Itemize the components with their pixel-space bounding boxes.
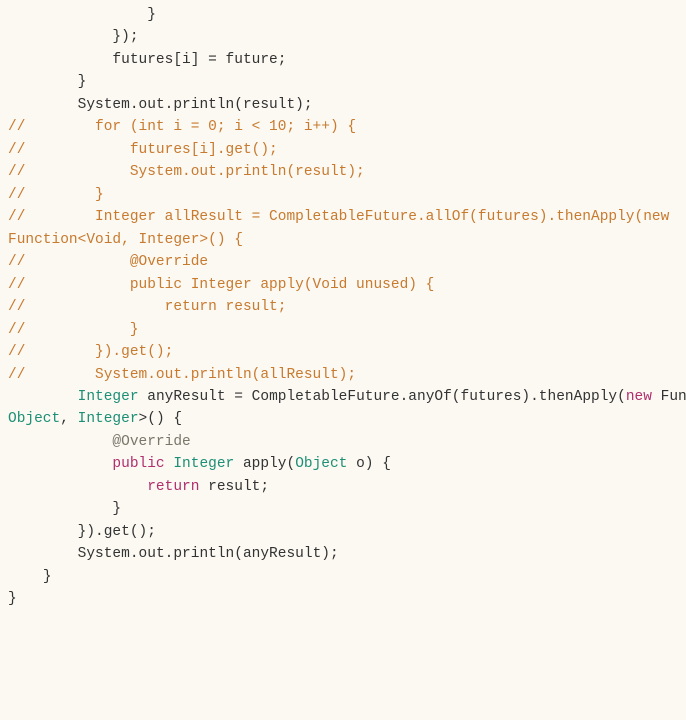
code-token: Object [295,456,347,472]
code-token: }).get(); [78,524,156,540]
code-line: // } [8,319,678,341]
code-line: } [8,566,678,588]
code-line: } [8,588,678,610]
code-token: System.out.println(result); [78,97,313,113]
code-line: public Integer apply(Object o) { [8,453,678,475]
code-token: // return result; [8,299,286,315]
code-token: , [60,411,77,427]
code-token: >() { [139,411,183,427]
code-token: return [147,479,199,495]
code-line: // public Integer apply(Void unused) { [8,274,678,296]
code-token: apply( [234,456,295,472]
code-token: } [112,501,121,517]
code-token: anyResult = CompletableFuture.anyOf(futu… [139,389,626,405]
code-line: Integer anyResult = CompletableFuture.an… [8,386,678,408]
code-token: // futures[i].get(); [8,142,278,158]
code-token: o) { [347,456,391,472]
code-token: }); [112,29,138,45]
code-token: // for (int i = 0; i < 10; i++) { [8,119,356,135]
code-token: @Override [112,434,190,450]
code-token: public [112,456,164,472]
code-line: Function<Void, Integer>() { [8,229,678,251]
code-token: Integer [78,389,139,405]
code-token: // }).get(); [8,344,173,360]
code-token: } [43,569,52,585]
code-line: // futures[i].get(); [8,139,678,161]
code-token: } [78,74,87,90]
code-token: // Integer allResult = CompletableFuture… [8,209,678,225]
code-line: System.out.println(anyResult); [8,543,678,565]
code-line: // }).get(); [8,341,678,363]
code-token: // System.out.println(result); [8,164,365,180]
code-line: } [8,71,678,93]
code-line: // @Override [8,251,678,273]
code-line: // } [8,184,678,206]
code-token: // public Integer apply(Void unused) { [8,277,434,293]
code-line: Object, Integer>() { [8,408,678,430]
code-line: // System.out.println(allResult); [8,364,678,386]
code-line: } [8,4,678,26]
code-token: // } [8,322,139,338]
code-line: return result; [8,476,678,498]
code-line: // for (int i = 0; i < 10; i++) { [8,116,678,138]
code-line: }).get(); [8,521,678,543]
code-token: Object [8,411,60,427]
code-token: // @Override [8,254,208,270]
code-token: Function<Void, Integer>() { [8,232,243,248]
code-line: // return result; [8,296,678,318]
code-token: futures[i] = future; [112,52,286,68]
code-token: Integer [78,411,139,427]
code-token: // } [8,187,104,203]
code-token: result; [199,479,269,495]
code-block: } }); futures[i] = future; } System.out.… [0,0,686,615]
code-token: new [626,389,652,405]
code-line: futures[i] = future; [8,49,678,71]
code-line: // System.out.println(result); [8,161,678,183]
code-token: Integer [173,456,234,472]
code-line: } [8,498,678,520]
code-line: @Override [8,431,678,453]
code-line: }); [8,26,678,48]
code-token: } [147,7,156,23]
code-token: System.out.println(anyResult); [78,546,339,562]
code-token: // System.out.println(allResult); [8,367,356,383]
code-token: Function< [652,389,686,405]
code-token: } [8,591,17,607]
code-line: System.out.println(result); [8,94,678,116]
code-line: // Integer allResult = CompletableFuture… [8,206,678,228]
